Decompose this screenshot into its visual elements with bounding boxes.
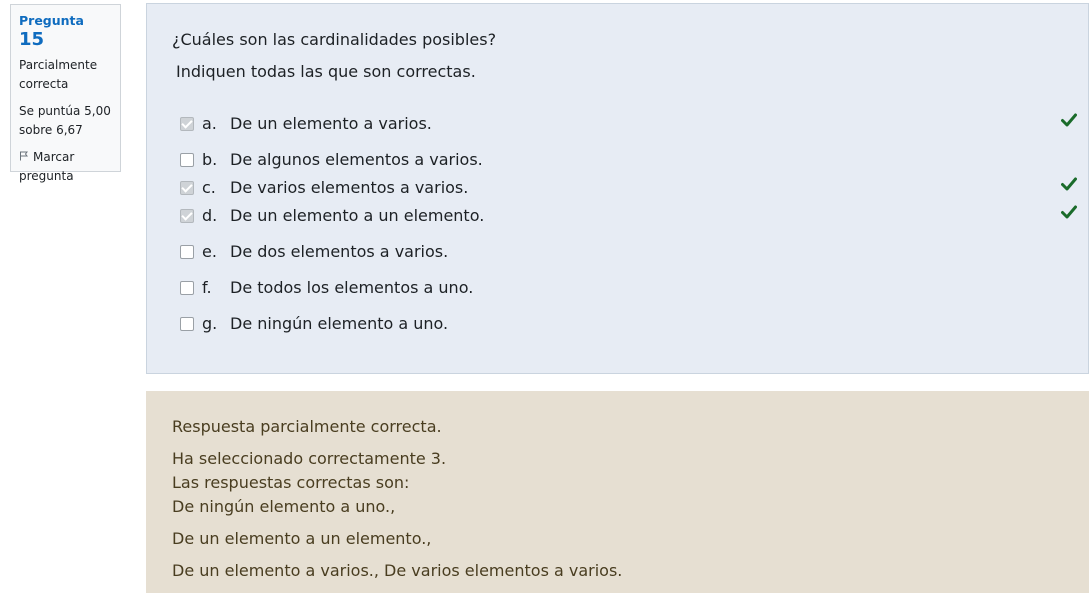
option-letter: b.	[202, 150, 218, 169]
flag-question-link[interactable]: Marcar pregunta	[19, 148, 112, 186]
question-formulation: ¿Cuáles son las cardinalidades posibles?…	[146, 3, 1089, 374]
feedback-right-answer-1: De ningún elemento a uno.,	[172, 497, 396, 516]
option-letter: c.	[202, 178, 216, 197]
question-info-panel: Pregunta 15 Parcialmente correcta Se pun…	[10, 4, 121, 183]
option-text: De ningún elemento a uno.	[230, 314, 449, 333]
correct-check-icon	[1061, 177, 1077, 191]
question-number: 15	[19, 29, 45, 50]
grade-line-1: Se puntúa 5,00	[19, 104, 111, 118]
option-checkbox[interactable]	[180, 245, 194, 259]
feedback-summary: Respuesta parcialmente correcta.	[172, 417, 442, 436]
question-label: Pregunta	[19, 13, 84, 28]
option-checkbox[interactable]	[180, 117, 194, 131]
correct-check-icon	[1061, 205, 1077, 219]
feedback-right-answer-2: De un elemento a un elemento.,	[172, 529, 432, 548]
option-checkbox[interactable]	[180, 317, 194, 331]
option-text: De un elemento a un elemento.	[230, 206, 485, 225]
state-line-2: correcta	[19, 77, 69, 91]
option-checkbox[interactable]	[180, 281, 194, 295]
feedback-right-answers-label: Las respuestas correctas son:	[172, 473, 410, 492]
question-state: Parcialmente correcta	[19, 56, 112, 94]
question-feedback: Respuesta parcialmente correcta. Ha sele…	[146, 391, 1089, 593]
correct-check-icon	[1061, 113, 1077, 127]
option-letter: d.	[202, 206, 218, 225]
grade-line-2: sobre 6,67	[19, 123, 83, 137]
flag-line-2: pregunta	[19, 169, 74, 183]
question-number-heading: Pregunta 15	[19, 11, 112, 50]
flag-line-1: Marcar	[33, 150, 75, 164]
flag-icon	[20, 151, 28, 161]
question-prompt: Indiquen todas las que son correctas.	[176, 62, 476, 81]
option-checkbox[interactable]	[180, 209, 194, 223]
feedback-right-answer-3: De un elemento a varios., De varios elem…	[172, 561, 623, 580]
option-text: De todos los elementos a uno.	[230, 278, 474, 297]
option-letter: f.	[202, 278, 212, 297]
option-checkbox[interactable]	[180, 153, 194, 167]
option-letter: a.	[202, 114, 217, 133]
state-line-1: Parcialmente	[19, 58, 98, 72]
option-checkbox[interactable]	[180, 181, 194, 195]
question-grade: Se puntúa 5,00 sobre 6,67	[19, 102, 112, 140]
option-letter: e.	[202, 242, 217, 261]
option-text: De un elemento a varios.	[230, 114, 432, 133]
option-text: De dos elementos a varios.	[230, 242, 449, 261]
feedback-num-correct: Ha seleccionado correctamente 3.	[172, 449, 447, 468]
option-letter: g.	[202, 314, 218, 333]
option-text: De algunos elementos a varios.	[230, 150, 483, 169]
option-text: De varios elementos a varios.	[230, 178, 469, 197]
question-text: ¿Cuáles son las cardinalidades posibles?	[172, 30, 497, 49]
